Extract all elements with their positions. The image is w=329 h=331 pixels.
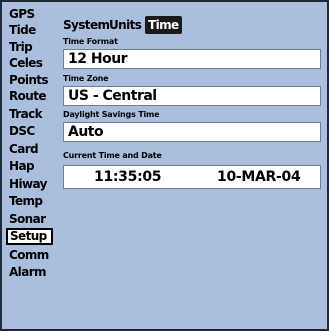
time-zone-label: Time Zone	[63, 74, 109, 83]
current-time-value: 11:35:05	[94, 169, 162, 185]
daylight-savings-label: Daylight Savings Time	[63, 110, 160, 119]
tab-units[interactable]: Units	[109, 16, 142, 34]
setup-tabs: System Units Time	[63, 16, 323, 34]
sidebar-item-track[interactable]: Track	[6, 106, 53, 123]
daylight-savings-field[interactable]: Auto	[63, 122, 321, 142]
current-time-label: Current Time and Date	[63, 151, 162, 160]
sidebar-item-trip[interactable]: Trip	[6, 39, 53, 56]
time-zone-field[interactable]: US - Central	[63, 86, 321, 106]
tab-time[interactable]: Time	[145, 16, 182, 34]
sidebar-item-hiway[interactable]: Hiway	[6, 176, 53, 193]
sidebar-item-dsc[interactable]: DSC	[6, 123, 53, 140]
sidebar-item-sonar[interactable]: Sonar	[6, 211, 53, 228]
sidebar-item-celes[interactable]: Celes	[6, 55, 53, 72]
setup-panel: System Units Time Time Format 12 Hour Ti…	[59, 10, 326, 328]
tab-system[interactable]: System	[63, 16, 110, 34]
sidebar-item-route[interactable]: Route	[6, 88, 53, 105]
sidebar-item-tide[interactable]: Tide	[6, 22, 53, 39]
current-time-display: 11:35:05 10-MAR-04	[63, 165, 321, 189]
sidebar-item-temp[interactable]: Temp	[6, 193, 53, 210]
sidebar-item-points[interactable]: Points	[6, 72, 53, 89]
gps-setup-screen: GPS Tide Trip Celes Points Route Track D…	[0, 0, 329, 331]
sidebar-item-hap[interactable]: Hap	[6, 158, 53, 175]
sidebar-item-setup[interactable]: Setup	[6, 228, 53, 245]
current-date-value: 10-MAR-04	[217, 169, 301, 185]
sidebar-item-alarm[interactable]: Alarm	[6, 264, 53, 281]
sidebar-item-card[interactable]: Card	[6, 141, 53, 158]
sidebar-item-comm[interactable]: Comm	[6, 247, 53, 264]
time-format-field[interactable]: 12 Hour	[63, 49, 321, 69]
sidebar-menu: GPS Tide Trip Celes Points Route Track D…	[4, 6, 56, 328]
time-format-label: Time Format	[63, 37, 118, 46]
sidebar-item-gps[interactable]: GPS	[6, 6, 53, 23]
